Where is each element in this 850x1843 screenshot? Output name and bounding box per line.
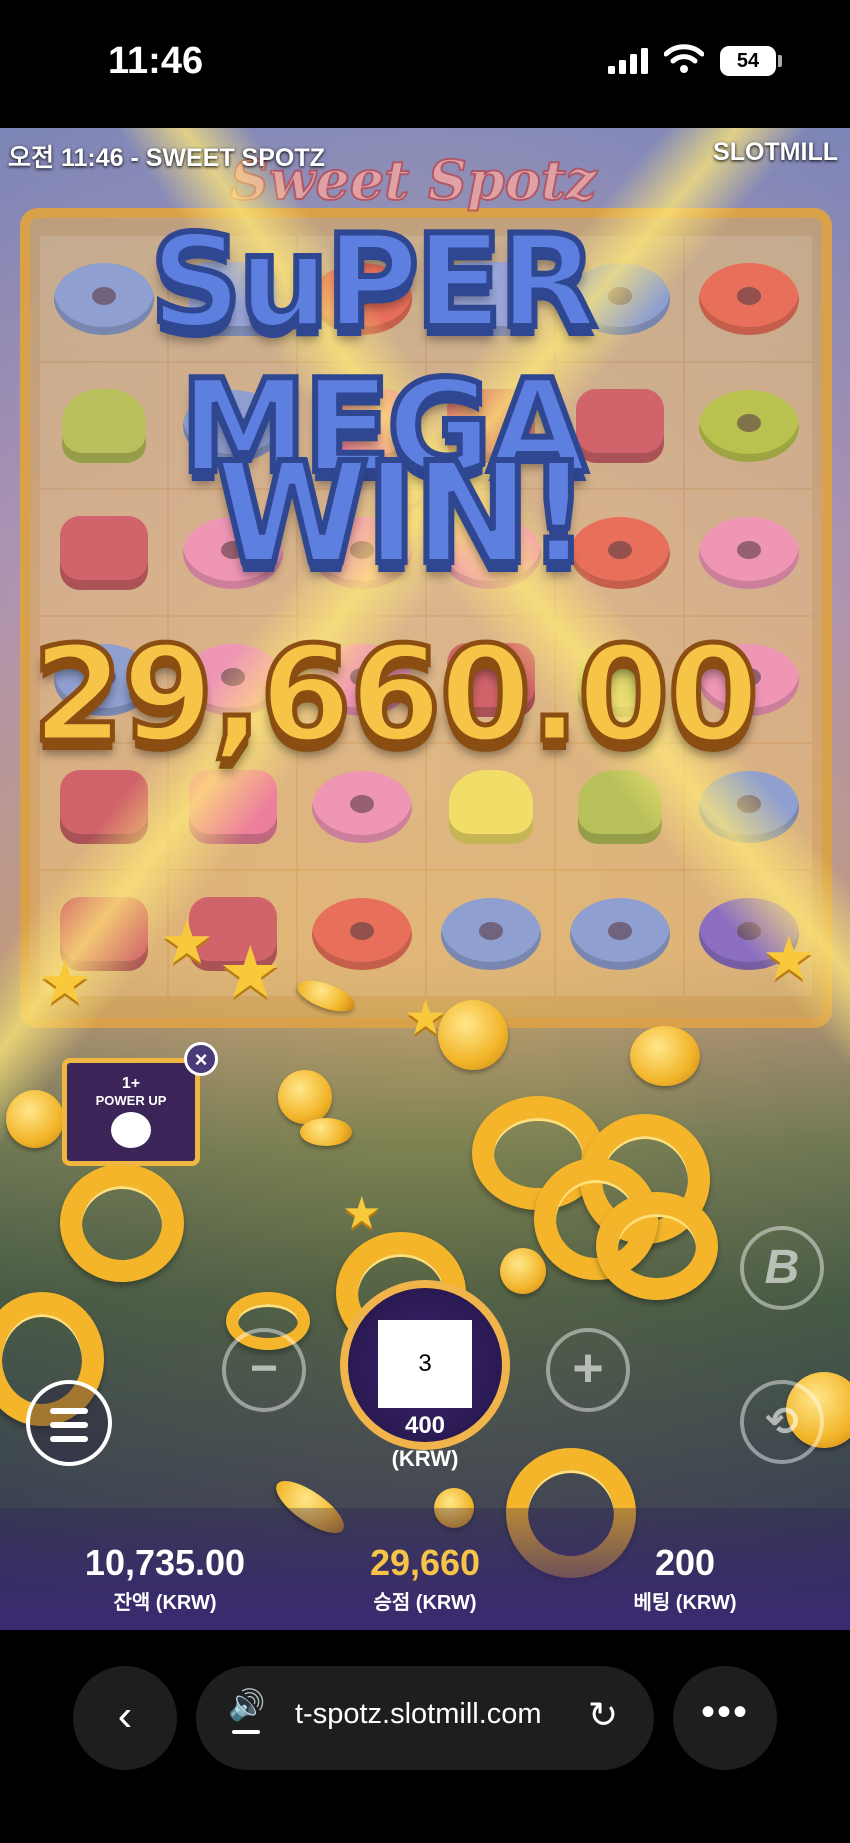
win-amount: 29,660.00: [29, 616, 761, 775]
donut-pink-symbol: [698, 516, 799, 589]
win-stat: 29,660 승점 (KRW): [320, 1542, 530, 1615]
balance-label: 잔액 (KRW): [113, 1592, 217, 1614]
game-canvas[interactable]: Sweet Spotz 오전 11:46 - SWEET SPOTZ SLOTM…: [0, 128, 850, 1630]
reel-cell: [40, 363, 167, 488]
decrease-bet-button[interactable]: −: [222, 1328, 306, 1412]
boost-button[interactable]: B: [740, 1226, 824, 1310]
reel-cell: [40, 236, 167, 361]
donut-blue-symbol: [440, 897, 541, 970]
game-header-title: 오전 11:46 - SWEET SPOTZ: [8, 144, 325, 172]
menu-icon-line: [50, 1436, 88, 1442]
coin-decoration: [278, 1070, 332, 1124]
menu-icon-line: [50, 1422, 88, 1428]
donut-red-symbol: [698, 262, 799, 335]
battery-tip: [778, 55, 782, 67]
balance-value: 10,735.00: [84, 1542, 246, 1583]
balance-stat: 10,735.00 잔액 (KRW): [60, 1542, 270, 1615]
autoplay-button[interactable]: ⟲: [740, 1380, 824, 1464]
bet-label: 베팅 (KRW): [633, 1592, 737, 1614]
star-decoration: ★: [38, 949, 92, 1016]
reload-icon[interactable]: ↻: [588, 1694, 618, 1736]
url-text[interactable]: t-spotz.slotmill.com: [295, 1698, 542, 1731]
powerup-card[interactable]: 1+ POWER UP: [62, 1058, 200, 1166]
coin-decoration: [6, 1090, 64, 1148]
menu-icon-line: [50, 1408, 88, 1414]
bet-currency: (KRW): [391, 1446, 459, 1471]
powerup-count: 1+: [121, 1075, 141, 1092]
banner-super: SuPER: [147, 205, 600, 360]
reel-cell: [427, 871, 554, 996]
win-label: 승점 (KRW): [373, 1592, 477, 1614]
donut-green-symbol: [698, 389, 799, 462]
sheep-icon: [111, 1112, 151, 1148]
reel-cell: [556, 871, 683, 996]
star-decoration: ★: [218, 933, 283, 1013]
donut-blue-symbol: [53, 262, 154, 335]
spin-counter[interactable]: 3: [378, 1320, 472, 1408]
more-options-button[interactable]: •••: [673, 1666, 777, 1770]
donut-red-symbol: [311, 897, 412, 970]
win-value: 29,660: [369, 1542, 481, 1583]
status-time: 11:46: [108, 40, 204, 82]
increase-bet-button[interactable]: +: [546, 1328, 630, 1412]
bet-stat: 200 베팅 (KRW): [580, 1542, 790, 1615]
bet-value: 200: [654, 1542, 716, 1583]
coin-decoration: [500, 1248, 546, 1294]
coin-decoration: [438, 1000, 508, 1070]
reel-cell: [298, 871, 425, 996]
star-decoration: ★: [342, 1189, 382, 1238]
close-icon[interactable]: ×: [184, 1042, 218, 1076]
reel-cell: [685, 363, 812, 488]
reader-icon: [232, 1730, 260, 1734]
ring-coin-decoration: [60, 1164, 184, 1282]
donut-pink-symbol: [311, 770, 412, 843]
ring-coin-decoration: [596, 1192, 718, 1300]
bet-amount: 400: [404, 1412, 446, 1439]
star-decoration: ★: [160, 909, 214, 976]
powerup-label: POWER UP: [95, 1093, 167, 1108]
speaker-icon[interactable]: 🔊: [228, 1688, 265, 1723]
coin-decoration: [630, 1026, 700, 1086]
reel-cell: [685, 236, 812, 361]
drop-green-symbol: [61, 388, 146, 463]
cellular-signal-icon: [608, 48, 648, 74]
candy-red-symbol: [59, 515, 148, 590]
star-decoration: ★: [762, 925, 816, 992]
reel-cell: [685, 490, 812, 615]
battery-icon: 54: [720, 46, 776, 76]
drop-yellow-symbol: [448, 769, 533, 844]
reel-cell: [40, 490, 167, 615]
back-button[interactable]: ‹: [73, 1666, 177, 1770]
banner-win: WIN!: [212, 430, 594, 599]
status-bar: 11:46 54: [0, 0, 850, 128]
donut-blue-symbol: [569, 897, 670, 970]
provider-name: SLOTMILL: [713, 138, 838, 166]
candy-red-symbol: [575, 388, 664, 463]
coin-decoration: [300, 1118, 352, 1146]
menu-button[interactable]: [26, 1380, 112, 1466]
wifi-icon: [664, 44, 704, 73]
